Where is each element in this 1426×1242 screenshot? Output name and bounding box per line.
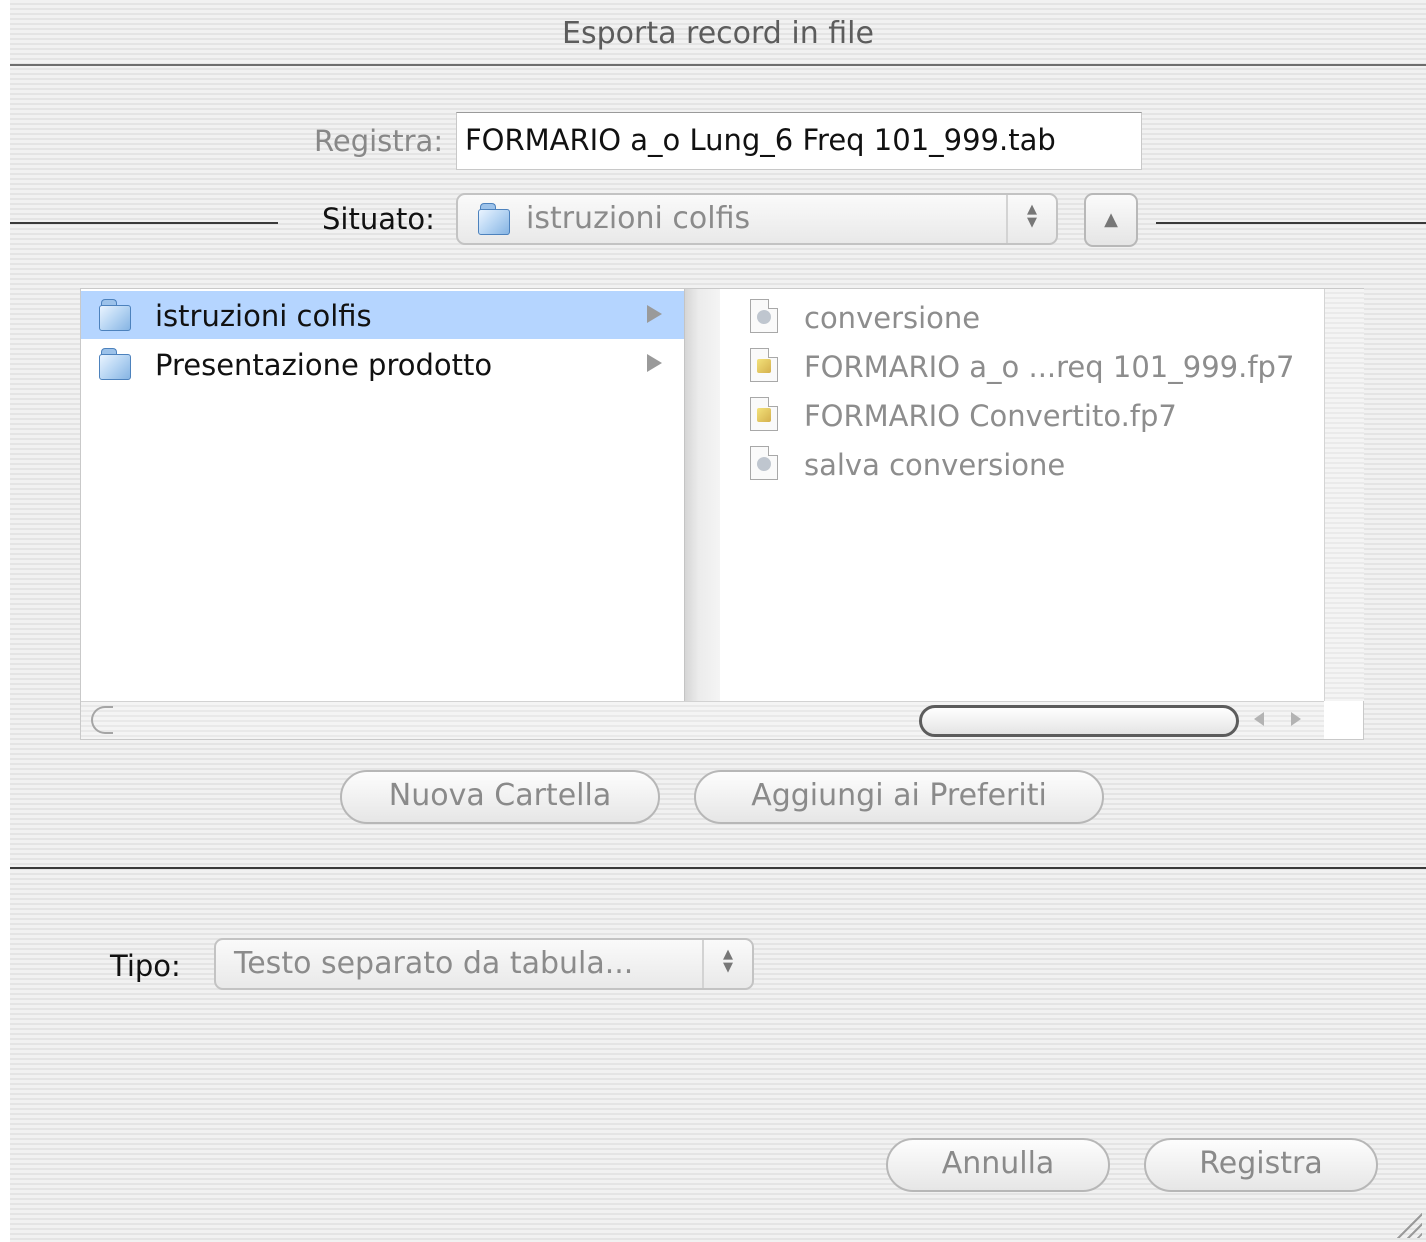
disclosure-arrow-icon [647, 305, 662, 323]
save-as-label: Registra: [314, 124, 444, 158]
file-column: conversione FORMARIO a_o ...req 101_999.… [720, 289, 1324, 701]
file-name: conversione [804, 301, 981, 335]
vertical-scrollbar[interactable] [1324, 289, 1364, 701]
file-name: FORMARIO a_o ...req 101_999.fp7 [804, 350, 1295, 384]
folder-row-presentazione-prodotto[interactable]: Presentazione prodotto [81, 340, 684, 388]
horizontal-scrollbar[interactable] [81, 701, 1324, 739]
filename-field[interactable]: FORMARIO a_o Lung_6 Freq 101_999.tab [456, 112, 1142, 170]
popup-arrows-icon: ▲ ▼ [702, 940, 752, 988]
popup-arrows-icon: ▲ ▼ [1006, 195, 1056, 243]
file-row-formario-convertito[interactable]: FORMARIO Convertito.fp7 [720, 391, 1324, 439]
folder-name: Presentazione prodotto [155, 348, 493, 382]
database-document-icon [750, 397, 778, 431]
file-name: FORMARIO Convertito.fp7 [804, 399, 1177, 433]
folder-column: istruzioni colfis Presentazione prodotto [81, 289, 684, 701]
title-bar[interactable]: Esporta record in file [10, 0, 1426, 66]
divider-right [1156, 222, 1426, 224]
file-browser: istruzioni colfis Presentazione prodotto… [80, 288, 1364, 740]
divider-left [10, 222, 278, 224]
column-resizer[interactable] [684, 289, 720, 701]
folder-row-istruzioni-colfis[interactable]: istruzioni colfis [81, 291, 684, 339]
file-row-salva-conversione[interactable]: salva conversione [720, 440, 1324, 488]
scroll-right-arrow-icon[interactable] [1291, 712, 1301, 726]
scroll-thumb[interactable] [919, 705, 1239, 737]
folder-icon [99, 348, 133, 380]
disclosure-arrow-icon [647, 354, 662, 372]
format-label: Tipo: [110, 949, 181, 983]
save-button[interactable]: Registra [1144, 1138, 1378, 1192]
script-document-icon [750, 299, 778, 333]
format-popup[interactable]: Testo separato da tabula... ▲ ▼ [214, 938, 754, 990]
folder-name: istruzioni colfis [155, 299, 372, 333]
scroll-track-cap [91, 706, 113, 734]
new-folder-button[interactable]: Nuova Cartella [340, 770, 660, 824]
format-value: Testo separato da tabula... [234, 946, 634, 981]
cancel-button[interactable]: Annulla [886, 1138, 1110, 1192]
triangle-up-icon: ▲ [1104, 209, 1118, 230]
parent-folder-button[interactable]: ▲ [1084, 193, 1138, 247]
file-row-conversione[interactable]: conversione [720, 293, 1324, 341]
script-document-icon [750, 446, 778, 480]
location-popup[interactable]: istruzioni colfis ▲ ▼ [456, 193, 1058, 245]
location-value: istruzioni colfis [526, 201, 751, 236]
file-row-formario-freq[interactable]: FORMARIO a_o ...req 101_999.fp7 [720, 342, 1324, 390]
scroll-left-arrow-icon[interactable] [1254, 712, 1264, 726]
folder-icon [478, 203, 512, 235]
folder-icon [99, 299, 133, 331]
location-label: Situato: [322, 202, 435, 236]
window-title: Esporta record in file [562, 16, 874, 51]
resize-grip-icon[interactable] [1396, 1212, 1422, 1238]
section-divider [10, 867, 1426, 869]
file-name: salva conversione [804, 448, 1066, 482]
export-dialog: Esporta record in file Registra: FORMARI… [0, 0, 1426, 1242]
database-document-icon [750, 348, 778, 382]
add-to-favorites-button[interactable]: Aggiungi ai Preferiti [694, 770, 1104, 824]
